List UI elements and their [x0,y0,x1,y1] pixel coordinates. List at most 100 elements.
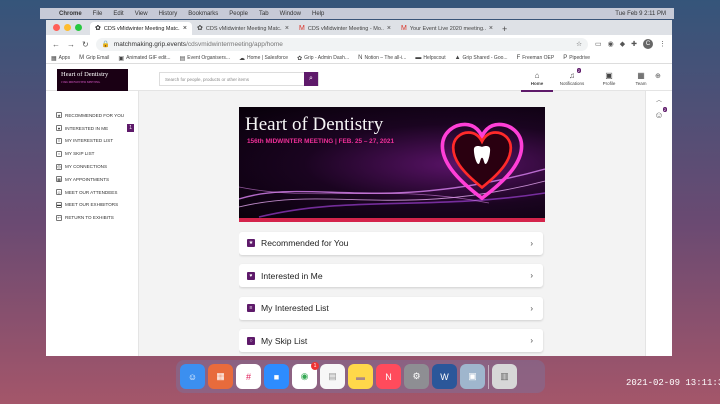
more-vert-icon[interactable]: ⋮ [659,40,666,48]
chrome-badge: 1 [311,362,319,370]
notes-icon[interactable]: ▤ [320,364,345,389]
star-icon[interactable]: ☆ [576,40,582,48]
menu-help[interactable]: Help [312,11,324,17]
chrome-icon[interactable]: ◉ 1 [292,362,319,389]
browser-tab-1[interactable]: ✿ CDS vMidwinter Meeting Matc... × [90,22,192,35]
browser-tab-3[interactable]: M CDS vMidwinter Meeting - Mo... × [294,22,396,35]
news-icon[interactable]: N [376,364,401,389]
chevron-up-icon[interactable]: ︿ [646,95,672,104]
menu-view[interactable]: View [135,11,148,17]
bookmark-grip-shared[interactable]: ▲ Grip Shared - Goo... [455,55,508,61]
menu-bookmarks[interactable]: Bookmarks [188,11,218,17]
zoom-window-button[interactable] [75,24,82,31]
zoom-icon[interactable]: ■ [264,364,289,389]
close-window-button[interactable] [53,24,60,31]
gmail-icon: M [299,25,305,32]
nav-team[interactable]: ▦ Team [625,70,657,86]
sidebar-item-exhibitors[interactable]: ▬ MEET OUR EXHIBITORS [46,199,138,212]
slack-icon[interactable]: # [236,364,261,389]
menu-edit[interactable]: Edit [113,11,123,17]
sidebar: ★ RECOMMENDED FOR YOU ♥ INTERESTED IN ME 1 … [46,91,139,356]
tab-title: CDS vMidwinter Meeting Matc... [103,25,180,32]
grip-icon: ✿ [95,25,101,32]
system-preferences-icon[interactable]: ⚙ [404,364,429,389]
reload-icon[interactable]: ↻ [82,40,89,49]
finder-icon[interactable]: ☺ [180,364,205,389]
nav-home[interactable]: ⌂ Home [521,70,553,92]
forward-icon[interactable]: → [67,40,75,49]
people-panel-badge: 2 [662,107,667,112]
bookmark-event-organisers[interactable]: ▤ Event Organisers... [180,55,230,62]
drive-icon: ▲ [454,55,461,61]
word-icon[interactable]: W [432,364,457,389]
back-icon[interactable]: ← [52,40,60,49]
card-interested-list[interactable]: ≡ My Interested List › [239,296,543,320]
menu-chrome[interactable]: Chrome [59,11,82,17]
profile-avatar-icon[interactable]: C [643,39,653,49]
heart-icon: ♥ [247,271,255,280]
close-tab-icon[interactable]: × [285,25,289,32]
nav-notifications[interactable]: ♫ 2 Notifications [556,68,588,86]
gmail-icon: M [401,25,407,32]
bookmark-freeman[interactable]: F Freeman OEP [517,55,555,61]
camera-icon[interactable]: ◉ [608,40,614,48]
extension-icon[interactable]: ◆ [620,40,625,48]
sidebar-item-attendees[interactable]: ☺ MEET OUR ATTENDEES [46,186,138,199]
stickies-icon[interactable]: ▬ [348,364,373,389]
address-bar[interactable]: 🔒 matchmaking.grip.events/cdsvmidwinterm… [95,37,588,51]
menu-tab[interactable]: Tab [259,11,269,17]
sidebar-item-return-exhibits[interactable]: ↩ RETURN TO EXHIBITS [46,211,138,224]
sidebar-item-appointments[interactable]: ▦ MY APPOINTMENTS [46,173,138,186]
profile-icon: ▣ [605,71,613,80]
trash-icon[interactable]: ▥ [492,364,517,389]
close-tab-icon[interactable]: × [489,25,493,32]
sidebar-item-interested-in-me[interactable]: ♥ INTERESTED IN ME 1 [46,122,138,135]
language-globe-icon[interactable]: ⊕ [655,72,661,80]
tab-title: Your Event Live 2020 meeting... [409,25,486,32]
cast-icon[interactable]: ▭ [595,40,602,48]
sidebar-item-skip-list[interactable]: ○ MY SKIP LIST [46,147,138,160]
preview-icon[interactable]: ▣ [460,364,485,389]
card-skip-list[interactable]: ○ My Skip List › [239,329,543,352]
menu-people[interactable]: People [229,11,248,17]
new-tab-icon[interactable]: + [502,24,507,34]
sidebar-item-recommended[interactable]: ★ RECOMMENDED FOR YOU [46,109,138,122]
browser-tab-4[interactable]: M Your Event Live 2020 meeting... × [396,22,498,35]
sidebar-item-interested-list[interactable]: ≡ MY INTERESTED LIST [46,135,138,148]
notification-badge: 2 [576,68,581,73]
bookmark-apps[interactable]: ▦ Apps [51,55,70,62]
menu-history[interactable]: History [159,11,178,17]
bookmark-notion[interactable]: N Notion – The all-i... [358,55,406,61]
puzzle-icon[interactable]: ✚ [631,40,637,48]
star-icon: ★ [56,112,62,119]
menu-file[interactable]: File [93,11,103,17]
bell-icon: ♫ [569,71,575,80]
window-controls [53,24,82,31]
bookmark-salesforce[interactable]: ☁ Home | Salesforce [239,55,288,62]
menu-window[interactable]: Window [280,11,301,17]
nav-profile[interactable]: ▣ Profile [593,70,625,86]
card-recommended[interactable]: ★ Recommended for You › [239,231,543,255]
bookmark-helpscout[interactable]: ▬ Helpscout [415,55,445,61]
search-icon[interactable]: ⌕ [304,72,318,86]
people-panel-button[interactable]: ☺ 2 [646,107,672,120]
sidebar-item-connections[interactable]: ◎ MY CONNECTIONS [46,160,138,173]
people-icon: ☺ [56,189,62,196]
minimize-window-button[interactable] [64,24,71,31]
heart-tooth-icon [440,122,524,201]
close-tab-icon[interactable]: × [183,25,187,32]
search-input[interactable]: Search for people, products or other ite… [160,77,304,82]
logo-subtitle: 156th MIDWINTER MEETING [61,80,101,84]
card-interested-in-me[interactable]: ♥ Interested in Me › [239,264,543,287]
bookmark-gif-editor[interactable]: ▣ Animated GIF edit... [118,55,170,62]
close-tab-icon[interactable]: × [387,25,391,32]
launchpad-icon[interactable]: ▦ [208,364,233,389]
tab-strip: ✿ CDS vMidwinter Meeting Matc... × ✿ CDS… [46,20,672,35]
event-logo[interactable]: Heart of Dentistry 156th MIDWINTER MEETI… [57,69,128,91]
bookmark-pipedrive[interactable]: P Pipedrive [563,55,590,61]
banner-strip [239,218,545,222]
bookmark-grip-email[interactable]: M Grip Email [79,55,109,61]
bookmark-grip-admin[interactable]: ✿ Grip - Admin Dash... [297,55,349,62]
menubar-clock[interactable]: Tue Feb 9 2:11 PM [615,11,666,17]
browser-tab-2[interactable]: ✿ CDS vMidwinter Meeting Matc... × [192,22,294,35]
